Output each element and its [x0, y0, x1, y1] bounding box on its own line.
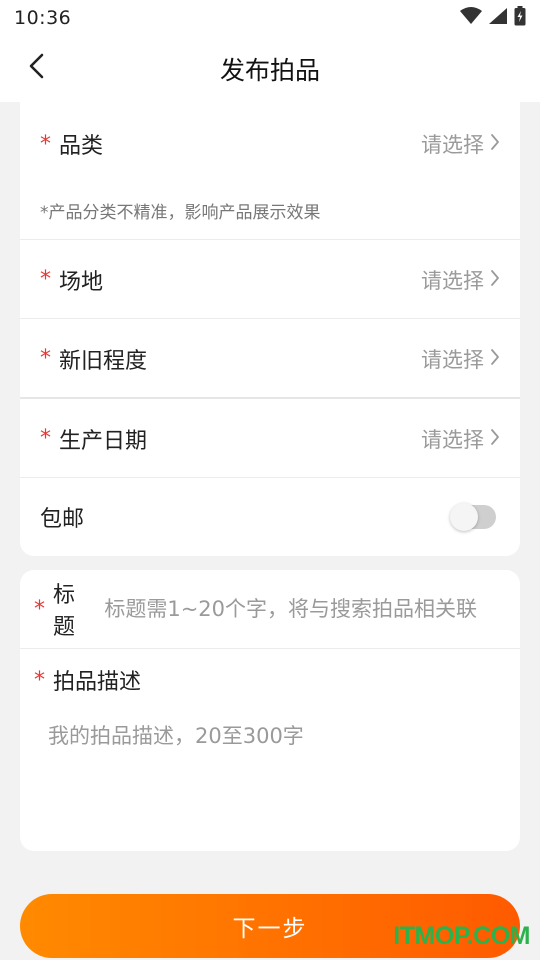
category-row[interactable]: * 品类 请选择: [20, 120, 520, 168]
title-input[interactable]: [104, 597, 500, 621]
free-shipping-toggle[interactable]: [450, 503, 496, 531]
condition-row[interactable]: * 新旧程度 请选择: [20, 319, 520, 398]
category-select[interactable]: 请选择: [421, 129, 500, 159]
free-shipping-toggle-wrap: [450, 503, 496, 531]
condition-select[interactable]: 请选择: [421, 344, 500, 374]
condition-label-group: * 新旧程度: [40, 343, 147, 375]
description-label: 拍品描述: [53, 670, 142, 695]
category-hint: *产品分类不精准，影响产品展示效果: [40, 203, 321, 223]
venue-row[interactable]: * 场地 请选择: [20, 240, 520, 319]
production-date-value: 请选择: [421, 427, 484, 452]
production-date-row[interactable]: * 生产日期 请选择: [20, 399, 520, 478]
description-label-group: * 拍品描述: [34, 664, 141, 696]
venue-select[interactable]: 请选择: [421, 265, 500, 295]
back-button[interactable]: [18, 50, 54, 86]
condition-value: 请选择: [421, 347, 484, 372]
category-label-group: * 品类: [40, 128, 103, 160]
production-date-select[interactable]: 请选择: [421, 424, 500, 454]
chevron-right-icon: [490, 348, 500, 370]
required-mark: *: [40, 267, 51, 292]
battery-icon: [514, 6, 526, 30]
title-label: 标题: [53, 583, 76, 640]
venue-label-group: * 场地: [40, 264, 103, 296]
toggle-knob: [450, 503, 478, 531]
category-label: 品类: [59, 134, 104, 159]
required-mark: *: [40, 131, 51, 157]
required-mark: *: [40, 346, 51, 371]
attributes-card: * 品类 请选择 *产品分类不精准，影响产品展示效果 * 场地 请选择 * 新旧…: [20, 102, 520, 556]
production-date-label: 生产日期: [59, 428, 148, 454]
category-value: 请选择: [421, 133, 484, 157]
chevron-left-icon: [27, 53, 45, 83]
nav-bar: 发布拍品: [0, 36, 540, 102]
next-step-label: 下一步: [232, 915, 308, 941]
chevron-right-icon: [490, 428, 500, 450]
required-mark: *: [34, 596, 45, 622]
chevron-right-icon: [490, 133, 500, 155]
divider: [20, 648, 520, 649]
production-date-label-group: * 生产日期: [40, 423, 147, 455]
description-label-row: * 拍品描述: [20, 654, 520, 706]
status-icons: [460, 6, 526, 30]
required-mark: *: [40, 426, 51, 451]
venue-label: 场地: [59, 269, 104, 295]
wifi-icon: [460, 7, 482, 29]
signal-icon: [488, 7, 508, 29]
free-shipping-label: 包邮: [40, 507, 85, 532]
description-input[interactable]: [48, 720, 498, 830]
status-time: 10:36: [14, 7, 72, 29]
title-label-group: * 标题: [34, 577, 96, 641]
chevron-right-icon: [490, 269, 500, 291]
details-card: * 标题 * 拍品描述: [20, 570, 520, 851]
status-bar: 10:36: [0, 0, 540, 36]
venue-value: 请选择: [421, 268, 484, 293]
watermark-logo: ITMOP.COM: [393, 922, 530, 950]
title-row: * 标题: [20, 570, 520, 648]
page-title: 发布拍品: [219, 56, 320, 85]
required-mark: *: [34, 667, 45, 693]
condition-label: 新旧程度: [59, 348, 148, 374]
free-shipping-row: 包邮: [20, 478, 520, 556]
